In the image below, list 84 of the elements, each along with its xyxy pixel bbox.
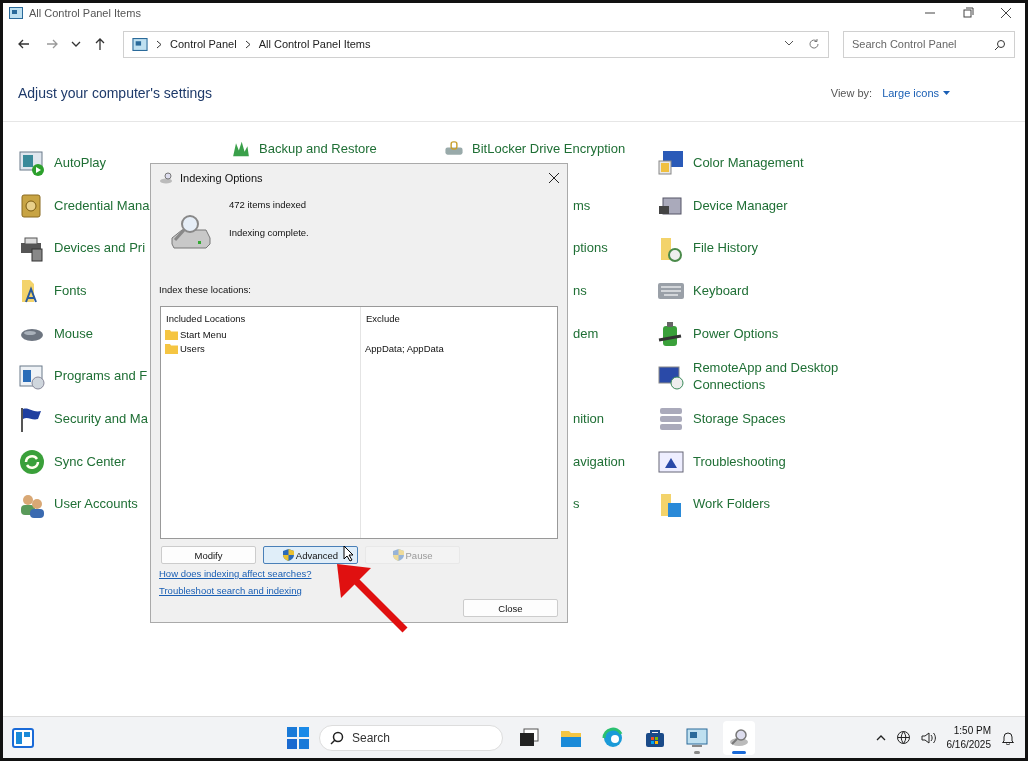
close-button[interactable]: Close xyxy=(463,599,558,617)
bell-icon[interactable] xyxy=(1001,730,1015,745)
search-icon xyxy=(994,38,1006,51)
color-monitor-icon xyxy=(657,149,685,178)
control-panel-link[interactable]: Color Management xyxy=(693,154,804,172)
control-panel-link[interactable]: nition xyxy=(573,411,605,428)
control-panel-link[interactable]: BitLocker Drive Encryption xyxy=(472,140,626,158)
help-link[interactable]: How does indexing affect searches? xyxy=(159,568,312,579)
widgets-icon[interactable] xyxy=(12,727,34,748)
shield-icon xyxy=(392,549,404,561)
control-panel-link[interactable]: Mouse xyxy=(54,325,94,343)
column-header[interactable]: Exclude xyxy=(361,307,557,327)
address-bar[interactable]: Control Panel All Control Panel Items xyxy=(123,30,829,58)
control-panel-icon xyxy=(686,726,708,749)
chevron-right-icon xyxy=(244,39,251,49)
column-header[interactable]: Included Locations xyxy=(161,307,360,327)
exclude-text: AppData; AppData xyxy=(365,342,444,354)
refresh-icon[interactable] xyxy=(808,38,820,50)
control-panel-link[interactable]: Device Manager xyxy=(693,197,788,215)
control-panel-link[interactable]: Security and Ma xyxy=(54,411,148,428)
help-link[interactable]: Troubleshoot search and indexing xyxy=(159,585,302,596)
printer-icon xyxy=(18,234,46,263)
chevron-up-icon[interactable] xyxy=(875,733,886,742)
control-panel-link[interactable]: File History xyxy=(693,240,758,258)
location-name[interactable]: Start Menu xyxy=(180,328,227,340)
globe-icon[interactable] xyxy=(895,730,911,745)
control-panel-link[interactable]: Storage Spaces xyxy=(693,411,786,428)
view-dropdown[interactable]: Large icons xyxy=(882,87,950,99)
swirl-icon xyxy=(602,726,624,749)
magnifier-drive-icon xyxy=(728,726,750,749)
close-icon[interactable] xyxy=(549,173,559,183)
control-panel-icon xyxy=(132,37,148,51)
magnifier-drive-icon xyxy=(168,212,212,252)
control-panel-link[interactable]: Devices and Pri xyxy=(54,240,146,258)
chevron-right-icon xyxy=(156,39,162,49)
control-panel-link[interactable]: ms xyxy=(573,197,591,215)
view-by-label: View by: xyxy=(830,87,873,99)
control-panel-link[interactable]: Backup and Restore xyxy=(259,140,377,158)
search-field[interactable]: Search Control Panel xyxy=(843,30,1015,58)
taskbar-search-field[interactable]: Search xyxy=(319,724,503,751)
breadcrumb-item[interactable]: All Control Panel Items xyxy=(258,38,371,50)
shield-icon xyxy=(282,549,294,561)
control-panel-link[interactable]: Fonts xyxy=(54,282,87,300)
control-panel-link[interactable]: Credential Mana xyxy=(54,197,150,215)
window-disc-icon xyxy=(18,362,46,391)
control-panel-link[interactable]: avigation xyxy=(573,453,626,471)
clock-date[interactable]: 6/16/2025 xyxy=(946,739,991,750)
indexing-status: Indexing complete. xyxy=(229,227,309,238)
dialog-button[interactable]: Advanced xyxy=(263,546,358,564)
indexed-count: 472 items indexed xyxy=(229,199,308,210)
sync-icon xyxy=(18,448,46,477)
control-panel-link[interactable]: Programs and F xyxy=(54,368,148,386)
locations-label: Index these locations: xyxy=(159,284,252,295)
control-panel-icon xyxy=(9,7,23,19)
speaker-icon[interactable] xyxy=(920,730,937,745)
windows-logo-icon[interactable] xyxy=(287,726,309,749)
window-title: All Control Panel Items xyxy=(29,7,141,19)
monitor-play-icon xyxy=(18,149,46,178)
page-heading: Adjust your computer's settings xyxy=(18,85,213,101)
chevron-down-icon[interactable] xyxy=(784,38,794,48)
control-panel-link[interactable]: Work Folders xyxy=(693,496,771,514)
control-panel-link[interactable]: Power Options xyxy=(693,325,779,343)
sprouts-icon xyxy=(231,139,251,159)
control-panel-link[interactable]: User Accounts xyxy=(54,496,138,514)
breadcrumb-item[interactable]: Control Panel xyxy=(170,38,237,50)
mouse-cursor-icon xyxy=(343,545,354,562)
overlapping-windows-icon xyxy=(518,726,540,749)
control-panel-link[interactable]: s xyxy=(573,496,580,514)
control-panel-link[interactable]: Sync Center xyxy=(54,453,126,471)
clock-time[interactable]: 1:50 PM xyxy=(953,725,991,736)
control-panel-link[interactable]: RemoteApp and Desktop Connections xyxy=(693,359,870,394)
dropdown-caret-icon xyxy=(943,90,950,96)
control-panel-link[interactable]: Keyboard xyxy=(693,282,749,300)
control-panel-link[interactable]: ptions xyxy=(573,240,608,258)
folder-icon xyxy=(165,328,178,340)
location-name[interactable]: Users xyxy=(180,342,205,354)
control-panel-link[interactable]: dem xyxy=(573,325,599,343)
dialog-title: Indexing Options xyxy=(180,172,263,184)
control-panel-link[interactable]: Troubleshooting xyxy=(693,453,786,471)
control-panel-link[interactable]: AutoPlay xyxy=(54,154,107,172)
folder-icon xyxy=(165,342,178,354)
dialog-button[interactable]: Modify xyxy=(161,546,256,564)
magnifier-drive-icon xyxy=(159,172,174,184)
control-panel-link[interactable]: ns xyxy=(573,282,587,300)
